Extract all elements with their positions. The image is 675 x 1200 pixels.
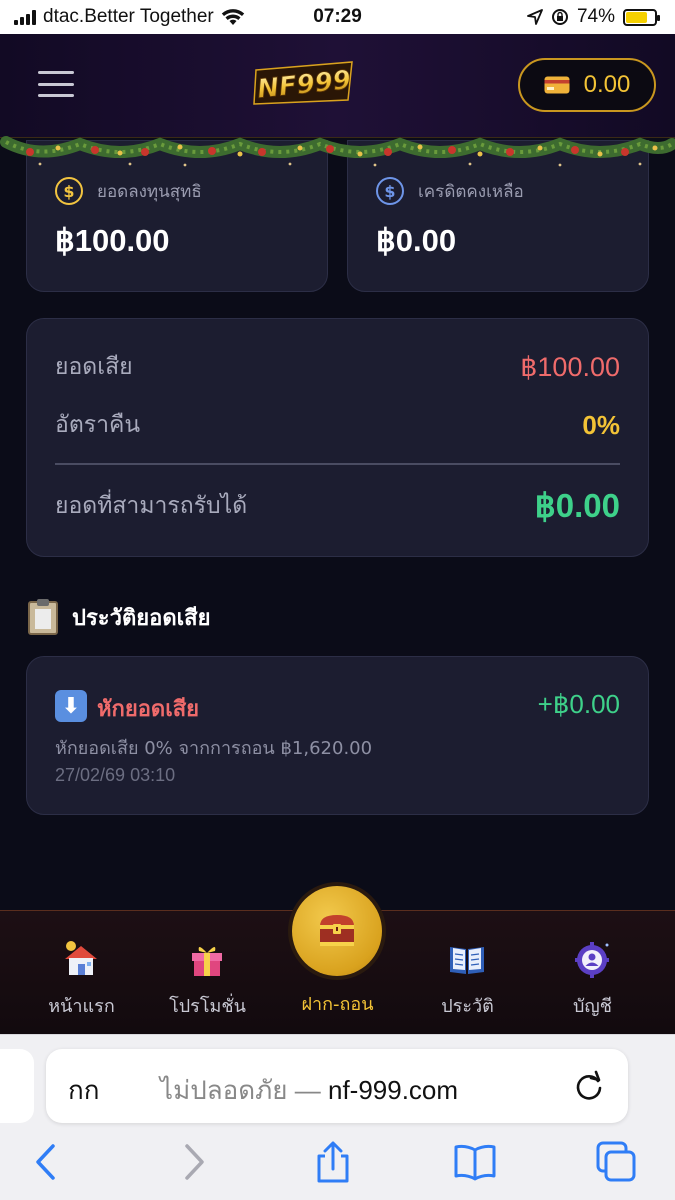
rotation-lock-icon xyxy=(551,9,568,25)
site-logo[interactable]: NF999 xyxy=(250,56,358,110)
dollar-coin-icon: $ xyxy=(376,177,404,205)
credit-card-icon xyxy=(544,76,570,94)
dollar-coin-icon: $ xyxy=(55,177,83,205)
account-gear-icon xyxy=(575,942,609,978)
net-deposit-label: ยอดลงทุนสุทธิ xyxy=(97,181,202,202)
reload-icon[interactable] xyxy=(572,1069,606,1103)
battery-icon xyxy=(623,8,660,26)
cashback-summary-card: ยอดเสีย ฿100.00 อัตราคืน 0% ยอดที่สามารถ… xyxy=(26,318,649,557)
status-bar: dtac.Better Together 07:29 74% xyxy=(0,0,675,34)
nav-item-account[interactable]: บัญชี xyxy=(525,911,660,1035)
text-size-button[interactable]: กก xyxy=(68,1070,99,1111)
credit-balance-label: เครดิตคงเหลือ xyxy=(418,181,524,202)
credit-balance-value: ฿0.00 xyxy=(376,223,457,258)
receivable-value: ฿0.00 xyxy=(534,487,620,524)
history-item-description: หักยอดเสีย 0% จากการถอน ฿1,620.00 xyxy=(55,738,373,759)
previous-tab-preview[interactable] xyxy=(0,1049,34,1123)
history-list-item[interactable]: ⬇ หักยอดเสีย +฿0.00 หักยอดเสีย 0% จากการ… xyxy=(26,656,649,815)
cellular-signal-icon xyxy=(14,9,36,25)
bookmarks-icon[interactable] xyxy=(453,1140,497,1184)
battery-percent: 74% xyxy=(576,6,615,27)
net-deposit-value: ฿100.00 xyxy=(55,223,170,258)
nav-item-home[interactable]: หน้าแรก xyxy=(14,911,149,1035)
wallet-balance-button[interactable]: 0.00 xyxy=(518,58,656,112)
nav-label-promotions: โปรโมชั่น xyxy=(169,996,246,1017)
divider xyxy=(55,463,620,465)
history-item-amount: +฿0.00 xyxy=(537,689,620,719)
share-icon[interactable] xyxy=(311,1140,355,1184)
forward-icon[interactable] xyxy=(170,1140,214,1184)
down-arrow-icon: ⬇ xyxy=(55,690,87,722)
carrier-name: dtac.Better Together xyxy=(43,6,214,27)
receivable-label: ยอดที่สามารถรับได้ xyxy=(55,492,248,519)
history-item-title: หักยอดเสีย xyxy=(97,697,200,722)
loss-value: ฿100.00 xyxy=(520,351,620,382)
loss-label: ยอดเสีย xyxy=(55,354,133,380)
insecure-label: ไม่ปลอดภัย — xyxy=(160,1075,321,1105)
location-arrow-icon xyxy=(527,9,543,25)
loss-history-heading: ประวัติยอดเสีย xyxy=(28,598,211,635)
hamburger-menu-icon[interactable] xyxy=(38,71,74,97)
book-icon xyxy=(450,947,484,974)
app-header: NF999 0.00 xyxy=(0,34,675,138)
wallet-amount: 0.00 xyxy=(583,71,631,98)
nav-item-promotions[interactable]: โปรโมชั่น xyxy=(140,911,275,1035)
wifi-icon xyxy=(221,9,244,25)
back-icon[interactable] xyxy=(26,1140,70,1184)
nav-label-history: ประวัติ xyxy=(441,996,494,1017)
deposit-withdraw-button[interactable] xyxy=(292,886,382,976)
gift-icon xyxy=(192,946,222,976)
section-title: ประวัติยอดเสีย xyxy=(72,606,211,631)
treasure-chest-icon xyxy=(320,915,354,946)
tabs-icon[interactable] xyxy=(594,1140,638,1184)
return-rate-label: อัตราคืน xyxy=(55,412,141,438)
url-domain: nf-999.com xyxy=(327,1075,459,1105)
home-icon xyxy=(65,941,97,975)
nav-item-history[interactable]: ประวัติ xyxy=(400,911,535,1035)
clipboard-icon xyxy=(28,598,58,635)
history-item-date: 27/02/69 03:10 xyxy=(55,765,176,785)
return-rate-value: 0% xyxy=(582,409,620,440)
christmas-garland-decoration xyxy=(0,136,675,167)
address-bar[interactable]: กก ไม่ปลอดภัย — nf-999.com xyxy=(46,1049,628,1123)
nav-label-account: บัญชี xyxy=(573,996,612,1017)
nav-label-home: หน้าแรก xyxy=(48,996,115,1017)
nav-label-deposit-withdraw: ฝาก-ถอน xyxy=(301,994,374,1015)
